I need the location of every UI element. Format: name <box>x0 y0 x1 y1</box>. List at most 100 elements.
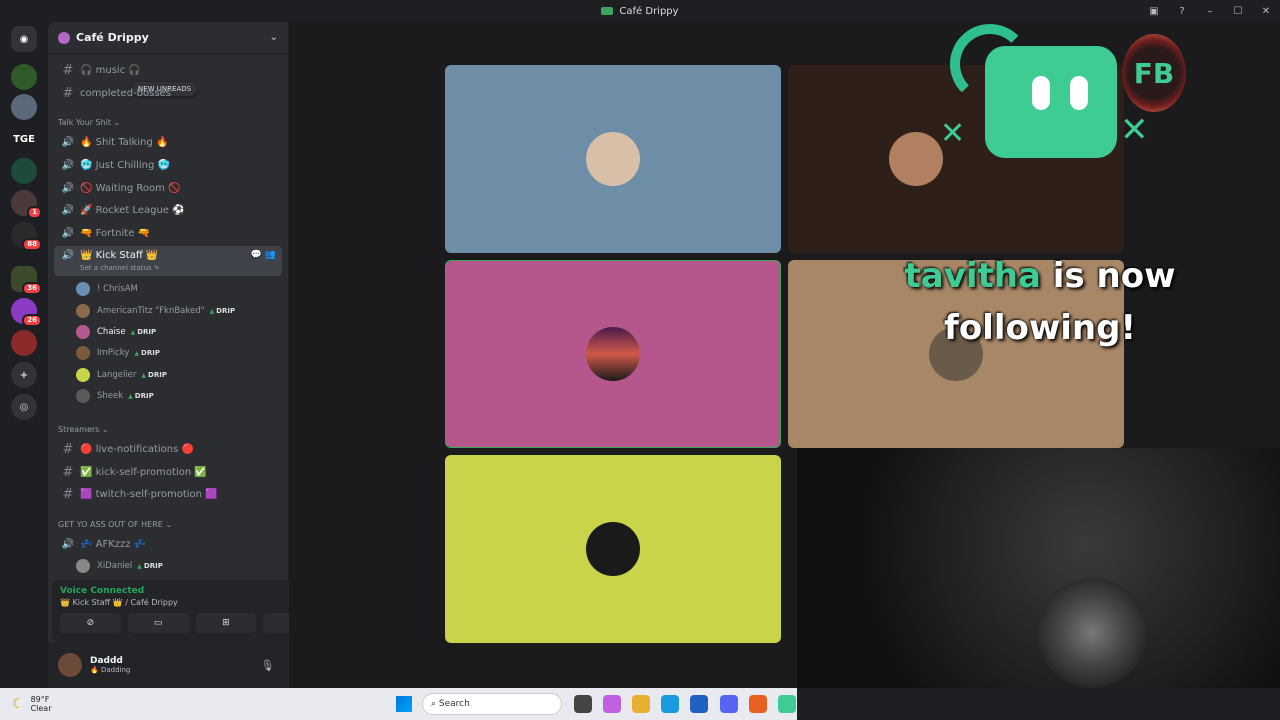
screen-share-icon[interactable]: ▭ <box>127 613 189 633</box>
server-red[interactable] <box>11 330 37 356</box>
hash-icon: # <box>62 464 74 480</box>
mention-badge: 26 <box>22 314 42 327</box>
speaker-icon: 🔊 <box>61 159 75 171</box>
follow-alert: tavitha is now following! <box>900 250 1180 354</box>
channel-sidebar: Café Drippy ⌄ # 🎧 music 🎧 NEW UNREADS # co… <box>48 22 336 688</box>
speaker-icon: 🔊 <box>61 538 75 550</box>
discord-icon[interactable] <box>720 695 738 713</box>
voice-channel-shit-talking[interactable]: 🔊 🔥 Shit Talking 🔥 <box>54 132 282 152</box>
help-icon[interactable]: ? <box>1168 6 1196 17</box>
channel-completed-bosses[interactable]: # completed-bosses <box>54 83 282 103</box>
minimize-button[interactable]: – <box>1196 6 1224 17</box>
channel-label: 🚫 Waiting Room 🚫 <box>80 182 181 194</box>
member-name: AmericanTitz "FknBaked" <box>97 306 205 316</box>
avatar <box>76 559 90 573</box>
channel-label: 👑 Kick Staff 👑 <box>80 250 159 261</box>
kick-app-icon[interactable] <box>778 695 796 713</box>
voice-member[interactable]: ! ChrisAM <box>76 280 138 298</box>
add-server-icon[interactable]: + <box>11 362 37 388</box>
tile-chaise[interactable] <box>445 260 781 448</box>
voice-member[interactable]: ImPicky DRIP <box>76 344 160 362</box>
edge-icon[interactable] <box>661 695 679 713</box>
user-status: 🔥 Dadding <box>90 666 131 674</box>
speaker-icon: 🔊 <box>61 227 75 239</box>
windows-start-icon[interactable] <box>396 696 412 712</box>
webcam-overlay <box>797 448 1280 688</box>
member-name: ImPicky <box>97 348 130 358</box>
hash-icon: # <box>62 441 74 457</box>
activity-icon[interactable]: ⊞ <box>195 613 257 633</box>
voice-channel-just-chilling[interactable]: 🔊 🥶 Just Chilling 🥶 <box>54 155 282 175</box>
chat-icon[interactable]: 💬 👥 <box>251 250 276 260</box>
server-person[interactable]: 1 <box>11 190 42 219</box>
voice-member[interactable]: XiDaniel DRIP <box>76 557 163 575</box>
fb-coin-icon: FB <box>1122 34 1186 112</box>
server-group[interactable]: 88 <box>11 222 42 251</box>
voice-member[interactable]: Sheek DRIP <box>76 387 154 405</box>
drip-tag: DRIP <box>128 392 154 400</box>
voice-member[interactable]: AmericanTitz "FknBaked" DRIP <box>76 302 235 320</box>
server-ring[interactable] <box>11 158 37 184</box>
member-name: XiDaniel <box>97 561 133 571</box>
taskbar-search[interactable]: ⌕ Search <box>422 693 562 715</box>
task-view-icon[interactable] <box>574 695 592 713</box>
channel-status[interactable]: Set a channel status ✎ <box>80 264 160 272</box>
discover-icon[interactable]: ◎ <box>11 394 37 420</box>
voice-channel-kick-staff[interactable]: 🔊 👑 Kick Staff 👑 Set a channel status ✎ … <box>54 246 282 276</box>
server-tge[interactable]: TGE <box>11 126 37 152</box>
voice-member[interactable]: Chaise DRIP <box>76 323 156 341</box>
member-name: Langelier <box>97 370 137 380</box>
microphone-icon[interactable]: 🎙 <box>260 659 274 672</box>
member-name: Chaise <box>97 327 126 337</box>
drip-tag: DRIP <box>134 349 160 357</box>
server-apps[interactable]: 36 <box>11 266 42 295</box>
voice-status: Voice Connected <box>60 586 145 596</box>
voice-channel-fortnite[interactable]: 🔊 🔫 Fortnite 🔫 <box>54 223 282 243</box>
drip-tag: DRIP <box>210 307 235 315</box>
speaker-icon: 🔊 <box>61 136 75 148</box>
channel-label: 🟪 twitch-self-promotion 🟪 <box>80 488 218 500</box>
tile-chrisam[interactable] <box>445 65 781 253</box>
voice-location[interactable]: 👑 Kick Staff 👑 / Café Drippy <box>60 598 324 607</box>
inbox-icon[interactable]: ▣ <box>1140 6 1168 17</box>
follower-name: tavitha <box>904 256 1041 296</box>
voice-channel-waiting-room[interactable]: 🔊 🚫 Waiting Room 🚫 <box>54 178 282 198</box>
channel-music[interactable]: # 🎧 music 🎧 <box>54 60 282 80</box>
discord-home-icon[interactable]: ◉ <box>11 26 37 52</box>
mention-badge: 88 <box>22 238 42 251</box>
channel-kick-self-promotion[interactable]: # ✅ kick-self-promotion ✅ <box>54 462 282 482</box>
file-explorer-icon[interactable] <box>632 695 650 713</box>
store-icon[interactable] <box>690 695 708 713</box>
firefox-icon[interactable] <box>749 695 767 713</box>
voice-channel-rocket-league[interactable]: 🔊 🚀 Rocket League ⚽ <box>54 200 282 220</box>
maximize-button[interactable]: ☐ <box>1224 6 1252 17</box>
close-button[interactable]: ✕ <box>1252 6 1280 17</box>
weather-condition: Clear <box>30 704 52 713</box>
category-afk[interactable]: GET YO ASS OUT OF HERE ⌄ <box>58 520 172 529</box>
voice-channel-afk[interactable]: 🔊 💤 AFKzzz 💤 <box>54 534 282 554</box>
moon-icon: ☾ <box>12 696 25 712</box>
server-tge-label: TGE <box>13 133 35 145</box>
server-drippy[interactable] <box>11 64 37 90</box>
channel-live-notifications[interactable]: # 🔴 live-notifications 🔴 <box>54 439 282 459</box>
server-wolf[interactable] <box>11 94 37 120</box>
tile-langelier[interactable] <box>445 455 781 643</box>
avatar[interactable] <box>58 653 82 677</box>
voice-member[interactable]: Langelier DRIP <box>76 366 167 384</box>
guild-header[interactable]: Café Drippy ⌄ <box>48 22 288 54</box>
avatar <box>586 522 640 576</box>
app-icon <box>601 7 614 15</box>
weather-widget[interactable]: ☾ 89°F Clear <box>12 695 51 713</box>
copilot-icon[interactable] <box>603 695 621 713</box>
channel-twitch-self-promotion[interactable]: # 🟪 twitch-self-promotion 🟪 <box>54 484 282 504</box>
server-purple[interactable]: 26 <box>11 298 42 327</box>
camera-off-icon[interactable]: ⊘ <box>60 613 121 633</box>
guild-name: Café Drippy <box>76 31 149 44</box>
channel-label: 🎧 music 🎧 <box>80 64 141 76</box>
avatar <box>76 282 90 296</box>
member-name: ! ChrisAM <box>97 284 138 294</box>
follow-text: is now <box>1052 256 1176 296</box>
speaker-icon: 🔊 <box>61 250 75 261</box>
category-talk[interactable]: Talk Your Shit ⌄ <box>58 118 120 127</box>
category-streamers[interactable]: Streamers ⌄ <box>58 425 109 434</box>
